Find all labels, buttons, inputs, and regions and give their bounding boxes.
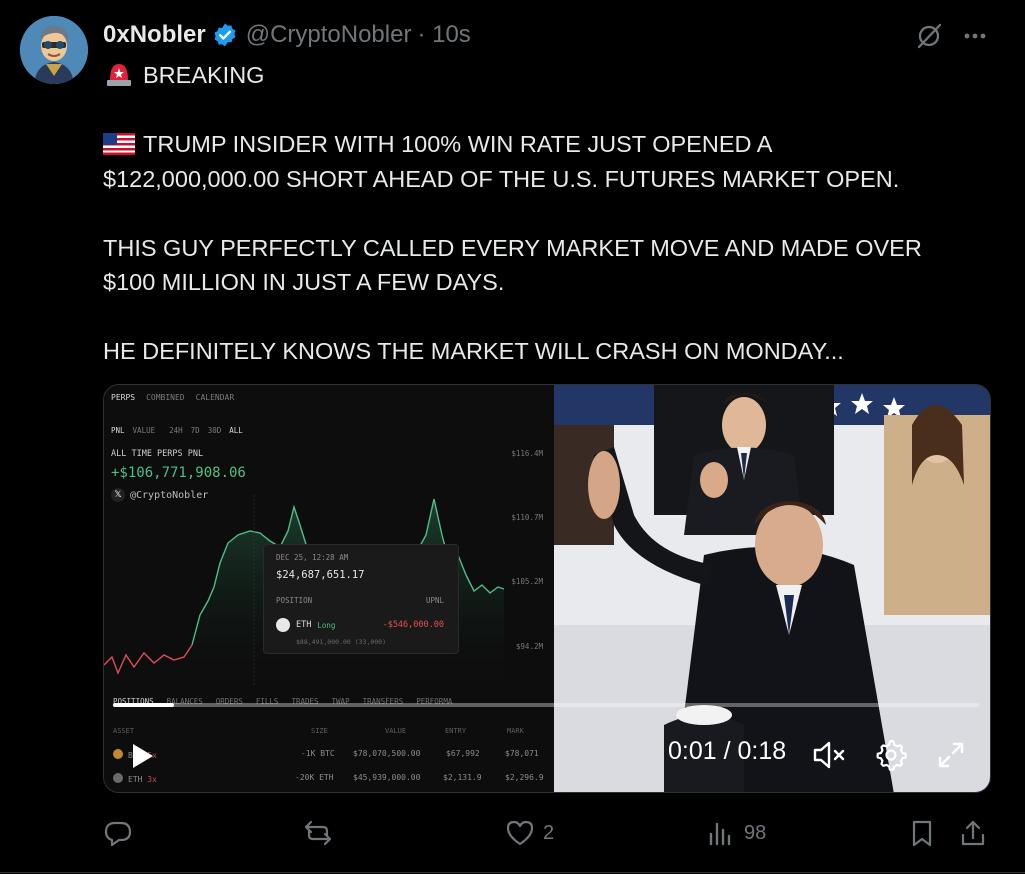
tweet-actions: 2 98 <box>103 812 993 852</box>
subtab-30d: 30D <box>207 426 222 435</box>
paragraph-1: TRUMP INSIDER WITH 100% WIN RATE JUST OP… <box>103 131 900 192</box>
video-player[interactable]: PERPS COMBINED CALENDAR PNL VALUE 24H 7D… <box>103 384 991 793</box>
tooltip-position-label: POSITION <box>276 596 313 605</box>
row-mark: $2,296.9 <box>505 773 544 782</box>
grok-icon[interactable] <box>914 21 944 51</box>
author-name[interactable]: 0xNobler <box>103 21 206 49</box>
us-flag-icon <box>103 133 135 155</box>
eth-icon <box>276 618 290 632</box>
dashboard-tabs: PERPS COMBINED CALENDAR <box>111 393 234 402</box>
play-icon[interactable] <box>128 742 156 770</box>
avatar-icon <box>20 16 88 84</box>
row-asset: ETH 3x <box>113 773 157 784</box>
more-options-icon[interactable] <box>960 21 990 51</box>
tweet-header: 0xNobler @CryptoNobler · 10s <box>103 20 471 50</box>
subtab-all: ALL <box>229 426 243 435</box>
axis-label-1: $116.4M <box>511 449 543 458</box>
fullscreen-icon[interactable] <box>936 740 966 770</box>
tooltip-position-row: ETH Long <box>276 618 335 632</box>
tooltip-date: DEC 25, 12:28 AM <box>276 553 349 562</box>
repost-button[interactable] <box>303 818 341 848</box>
video-left-pane: PERPS COMBINED CALENDAR PNL VALUE 24H 7D… <box>104 385 554 792</box>
row-value: $45,939,000.00 <box>353 773 421 782</box>
like-count: 2 <box>543 821 555 844</box>
tab-calendar: CALENDAR <box>195 393 235 402</box>
post-time[interactable]: · 10s <box>417 21 470 49</box>
views-icon <box>709 822 731 846</box>
row-leverage: 3x <box>147 775 157 784</box>
eth-icon <box>113 773 123 783</box>
bookmark-button[interactable] <box>907 818 937 848</box>
divider <box>0 872 1025 873</box>
row-asset-name: ETH <box>128 775 143 784</box>
tooltip-side: Long <box>317 620 336 630</box>
tweet: 0xNobler @CryptoNobler · 10s BREAKING TR… <box>0 0 1025 874</box>
subtab-7d: 7D <box>190 426 200 435</box>
breaking-label: BREAKING <box>143 62 265 88</box>
row-size: -20K ETH <box>295 773 334 782</box>
verified-badge-icon <box>214 23 236 47</box>
header-size: SIZE <box>311 727 328 735</box>
subtab-value: VALUE <box>132 426 156 435</box>
paragraph-2: THIS GUY PERFECTLY CALLED EVERY MARKET M… <box>103 234 922 296</box>
share-icon <box>961 820 985 846</box>
btc-icon <box>113 749 123 759</box>
row-value: $78,070,500.00 <box>353 749 421 758</box>
like-button[interactable]: 2 <box>505 818 554 848</box>
dashboard-subtabs: PNL VALUE 24H 7D 30D ALL <box>111 426 243 435</box>
video-progress-bar[interactable] <box>113 703 979 707</box>
author-handle[interactable]: @CryptoNobler <box>246 21 412 49</box>
row-mark: $78,071 <box>505 749 539 758</box>
video-progress-fill <box>113 703 174 707</box>
tooltip-asset: ETH <box>296 620 312 630</box>
tooltip-upnl-label: UPNL <box>425 596 444 605</box>
tooltip-value: $24,687,651.17 <box>276 569 365 581</box>
bookmark-icon <box>912 820 932 847</box>
video-frame-image <box>554 385 990 792</box>
reply-button[interactable] <box>103 818 141 848</box>
tab-perps: PERPS <box>111 393 136 402</box>
reply-icon <box>104 821 132 847</box>
avatar[interactable] <box>20 16 88 84</box>
tab-combined: COMBINED <box>146 393 185 402</box>
row-entry: $2,131.9 <box>443 773 482 782</box>
siren-icon <box>107 64 131 86</box>
tooltip-loss: -$546,000.00 <box>382 620 444 630</box>
tooltip-sub: $88,491,000.00 (33,000) <box>296 638 387 646</box>
views-count: 98 <box>744 821 767 844</box>
subtab-pnl: PNL <box>111 426 125 435</box>
header-entry: ENTRY <box>445 727 467 735</box>
views-button[interactable]: 98 <box>706 818 766 848</box>
repost-icon <box>304 820 332 846</box>
header-mark: MARK <box>507 727 524 735</box>
chart-tooltip: DEC 25, 12:28 AM $24,687,651.17 POSITION… <box>263 544 459 654</box>
pnl-label: ALL TIME PERPS PNL <box>111 449 204 459</box>
subtab-24h: 24H <box>169 426 183 435</box>
header-value: VALUE <box>385 727 407 735</box>
mute-icon[interactable] <box>812 739 848 771</box>
tweet-text: BREAKING TRUMP INSIDER WITH 100% WIN RAT… <box>103 58 1003 369</box>
paragraph-3: HE DEFINITELY KNOWS THE MARKET WILL CRAS… <box>103 338 844 364</box>
heart-icon <box>506 820 534 846</box>
row-size: -1K BTC <box>301 749 335 758</box>
video-time: 0:01 / 0:18 <box>668 737 787 765</box>
header-asset: ASSET <box>113 727 135 735</box>
pnl-value: +$106,771,908.06 <box>111 465 246 481</box>
settings-icon[interactable] <box>874 738 908 772</box>
row-entry: $67,992 <box>446 749 480 758</box>
video-right-pane <box>554 385 990 792</box>
share-button[interactable] <box>958 818 988 848</box>
